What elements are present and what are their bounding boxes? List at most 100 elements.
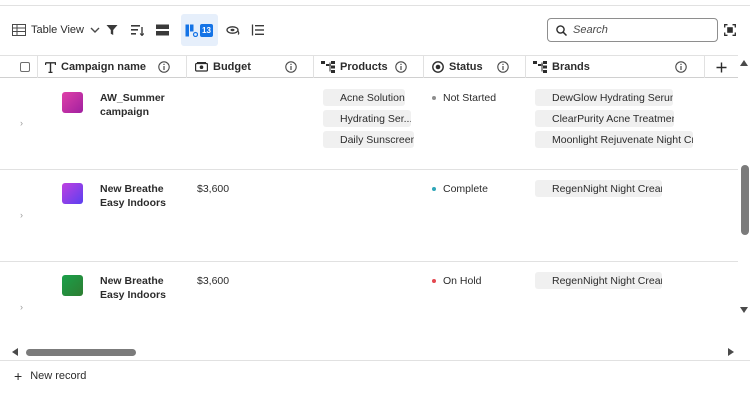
sort-icon — [131, 25, 144, 36]
column-divider[interactable] — [525, 56, 526, 78]
hierarchy-icon — [321, 61, 335, 73]
vertical-scrollbar[interactable] — [738, 55, 750, 343]
column-divider[interactable] — [423, 56, 424, 78]
product-tag[interactable]: Acne Solution — [323, 89, 405, 106]
view-label: Table View — [31, 24, 84, 36]
info-icon — [497, 61, 509, 73]
search-input[interactable] — [573, 24, 713, 36]
status-dot — [432, 187, 436, 191]
product-tag[interactable]: Daily Sunscreen — [323, 131, 414, 148]
info-button[interactable] — [395, 56, 407, 78]
status-label: On Hold — [443, 275, 482, 287]
scroll-left-icon[interactable] — [12, 348, 18, 356]
campaign-thumbnail — [62, 275, 83, 296]
expand-icon — [724, 24, 736, 36]
product-tag[interactable]: Hydrating Ser... — [323, 110, 411, 127]
column-divider[interactable] — [704, 56, 705, 78]
status-dot — [432, 279, 436, 283]
info-icon — [395, 61, 407, 73]
currency-icon — [195, 62, 208, 72]
campaign-name[interactable]: New Breathe Easy Indoors — [100, 182, 190, 210]
column-label: Status — [449, 61, 483, 73]
color-rules-button[interactable] — [226, 14, 240, 46]
expand-row-chevron-icon[interactable]: › — [20, 118, 23, 128]
text-type-icon — [45, 61, 56, 73]
grouping-toggle[interactable]: 13 — [181, 14, 218, 46]
brand-tag[interactable]: Moonlight Rejuvenate Night Cr... — [535, 131, 693, 148]
status-label: Not Started — [443, 92, 497, 104]
budget-value: $3,600 — [197, 275, 230, 287]
budget-value: $3,600 — [197, 183, 230, 195]
numbered-list-icon — [251, 24, 264, 36]
new-record-button[interactable]: + New record — [14, 369, 86, 383]
count-badge: 13 — [200, 23, 213, 37]
column-divider[interactable] — [186, 56, 187, 78]
search-icon — [556, 24, 567, 36]
checkbox[interactable] — [20, 62, 30, 72]
expand-row-chevron-icon[interactable]: › — [20, 210, 23, 220]
column-label: Budget — [213, 61, 251, 73]
search-box[interactable] — [547, 18, 718, 42]
filter-icon — [106, 25, 118, 35]
table-row[interactable]: › New Breathe Easy Indoors $3,600 Comple… — [0, 170, 738, 262]
filter-button[interactable] — [106, 14, 118, 46]
scroll-up-icon[interactable] — [740, 60, 748, 66]
info-button[interactable] — [158, 56, 170, 78]
column-label: Campaign name — [61, 61, 146, 73]
info-icon — [675, 61, 687, 73]
table-row[interactable]: › New Breathe Easy Indoors $3,600 On Hol… — [0, 262, 738, 343]
status-dot — [432, 96, 436, 100]
select-all-checkbox[interactable] — [20, 56, 30, 78]
table-header: Campaign name Budget Products Status Bra… — [0, 55, 738, 78]
info-button[interactable] — [497, 56, 509, 78]
row-height-button[interactable] — [156, 14, 169, 46]
info-icon — [158, 61, 170, 73]
new-record-label: New record — [30, 370, 87, 382]
fullscreen-button[interactable] — [720, 20, 740, 40]
brand-tag[interactable]: ClearPurity Acne Treatment — [535, 110, 674, 127]
paint-bucket-icon — [226, 26, 240, 35]
status-value[interactable]: On Hold — [432, 275, 482, 287]
status-value[interactable]: Complete — [432, 183, 488, 195]
row-numbers-button[interactable] — [251, 14, 264, 46]
hierarchy-icon — [533, 61, 547, 73]
horizontal-scroll-thumb[interactable] — [26, 349, 136, 356]
add-column-button[interactable] — [716, 56, 727, 78]
sort-button[interactable] — [131, 14, 144, 46]
column-header-brands[interactable]: Brands — [533, 56, 590, 78]
brand-tag[interactable]: RegenNight Night Cream — [535, 272, 662, 289]
column-header-products[interactable]: Products — [321, 56, 388, 78]
status-value[interactable]: Not Started — [432, 92, 496, 104]
expand-row-chevron-icon[interactable]: › — [20, 302, 23, 312]
status-label: Complete — [443, 183, 488, 195]
scroll-right-icon[interactable] — [728, 348, 734, 356]
view-switcher[interactable]: Table View — [12, 14, 100, 46]
brand-tag[interactable]: DewGlow Hydrating Serum — [535, 89, 673, 106]
brand-tag[interactable]: RegenNight Night Cream — [535, 180, 662, 197]
horizontal-scrollbar[interactable] — [0, 344, 750, 360]
campaign-thumbnail — [62, 183, 83, 204]
row-height-icon — [156, 24, 169, 36]
table-row[interactable]: › AW_Summer campaign Acne Solution Hydra… — [0, 78, 738, 170]
campaign-name[interactable]: AW_Summer campaign — [100, 91, 190, 119]
column-header-status[interactable]: Status — [432, 56, 483, 78]
vertical-scroll-thumb[interactable] — [741, 165, 749, 235]
info-button[interactable] — [285, 56, 297, 78]
column-label: Brands — [552, 61, 590, 73]
plus-icon — [716, 62, 727, 72]
column-divider[interactable] — [37, 56, 38, 78]
campaign-name[interactable]: New Breathe Easy Indoors — [100, 274, 190, 302]
table-footer: + New record — [0, 360, 750, 393]
column-label: Products — [340, 61, 388, 73]
scroll-down-icon[interactable] — [740, 307, 748, 313]
column-header-budget[interactable]: Budget — [195, 56, 251, 78]
top-divider — [0, 0, 750, 6]
info-button[interactable] — [675, 56, 687, 78]
table-body: › AW_Summer campaign Acne Solution Hydra… — [0, 78, 738, 343]
campaign-thumbnail — [62, 92, 83, 113]
table-view-icon — [12, 24, 26, 36]
columns-layout-icon — [185, 24, 198, 37]
column-divider[interactable] — [313, 56, 314, 78]
plus-icon: + — [14, 368, 23, 384]
chevron-down-icon — [90, 27, 100, 33]
